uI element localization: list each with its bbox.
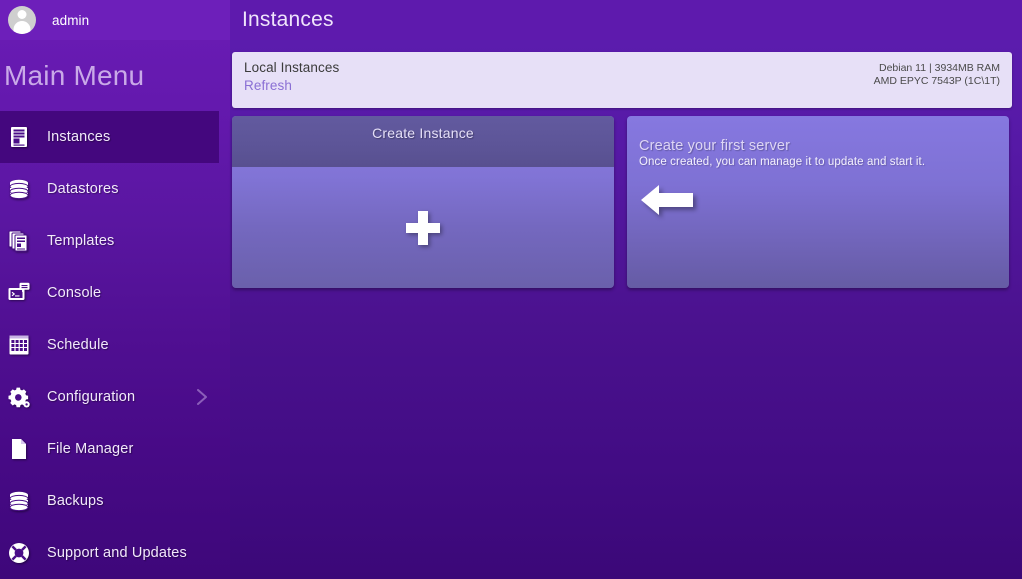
sidebar-item-label: Schedule	[47, 337, 109, 353]
plus-icon[interactable]	[406, 210, 440, 245]
system-info-os-ram: Debian 11 | 3934MB RAM	[878, 62, 1000, 74]
content-area: Instances Local Instances Refresh Debian…	[230, 0, 1022, 579]
sidebar-item-label: Configuration	[47, 389, 136, 405]
file-icon	[8, 438, 30, 460]
user-strip[interactable]: admin	[0, 0, 230, 40]
chevron-right-icon	[193, 388, 211, 406]
schedule-icon	[8, 334, 30, 356]
sidebar: admin Main Menu Instances Datastores Tem…	[0, 0, 230, 579]
sidebar-item-file-manager[interactable]: File Manager	[0, 423, 219, 475]
console-icon	[8, 282, 30, 304]
instances-icon	[8, 126, 30, 148]
sidebar-item-datastores[interactable]: Datastores	[0, 163, 219, 215]
sidebar-item-templates[interactable]: Templates	[0, 215, 219, 267]
sidebar-item-label: Backups	[47, 493, 104, 509]
sidebar-item-console[interactable]: Console	[0, 267, 219, 319]
user-name: admin	[52, 12, 90, 28]
templates-icon	[8, 230, 30, 252]
sidebar-item-backups[interactable]: Backups	[0, 475, 219, 527]
sidebar-item-label: Support and Updates	[47, 545, 187, 561]
first-server-subtitle: Once created, you can manage it to updat…	[639, 156, 926, 168]
sidebar-item-label: Templates	[47, 233, 115, 249]
lifebuoy-icon	[8, 542, 30, 564]
sidebar-item-configuration[interactable]: Configuration	[0, 371, 219, 423]
backups-icon	[8, 490, 30, 512]
system-info: Debian 11 | 3934MB RAM AMD EPYC 7543P (1…	[874, 60, 1000, 88]
sidebar-item-support-and-updates[interactable]: Support and Updates	[0, 527, 219, 579]
cards-row: Create Instance Create your first server…	[232, 116, 1012, 288]
create-instance-header: Create Instance	[232, 116, 614, 167]
system-info-cpu: AMD EPYC 7543P (1C\1T)	[873, 75, 1000, 87]
sidebar-item-label: File Manager	[47, 441, 134, 457]
user-avatar-icon	[8, 6, 36, 34]
first-server-title: Create your first server	[639, 138, 791, 154]
sidebar-item-label: Datastores	[47, 181, 119, 197]
page-title: Instances	[242, 8, 334, 31]
refresh-link[interactable]: Refresh	[244, 78, 339, 93]
local-instances-panel: Local Instances Refresh Debian 11 | 3934…	[232, 52, 1012, 108]
page-header: Instances	[230, 0, 1022, 40]
local-instances-title: Local Instances	[244, 60, 340, 75]
create-instance-card[interactable]: Create Instance	[232, 116, 614, 288]
local-instances-panel-left: Local Instances Refresh	[244, 60, 339, 93]
arrow-left-icon	[639, 180, 695, 220]
main-menu-title: Main Menu	[4, 59, 145, 91]
sidebar-item-label: Instances	[47, 129, 111, 145]
create-instance-title: Create Instance	[372, 125, 474, 141]
sidebar-item-label: Console	[47, 285, 102, 301]
sidebar-item-schedule[interactable]: Schedule	[0, 319, 219, 371]
database-icon	[8, 178, 30, 200]
first-server-hint-card: Create your first server Once created, y…	[627, 116, 1009, 288]
gear-icon	[8, 386, 30, 408]
create-instance-body[interactable]	[232, 167, 614, 288]
sidebar-item-instances[interactable]: Instances	[0, 111, 219, 163]
